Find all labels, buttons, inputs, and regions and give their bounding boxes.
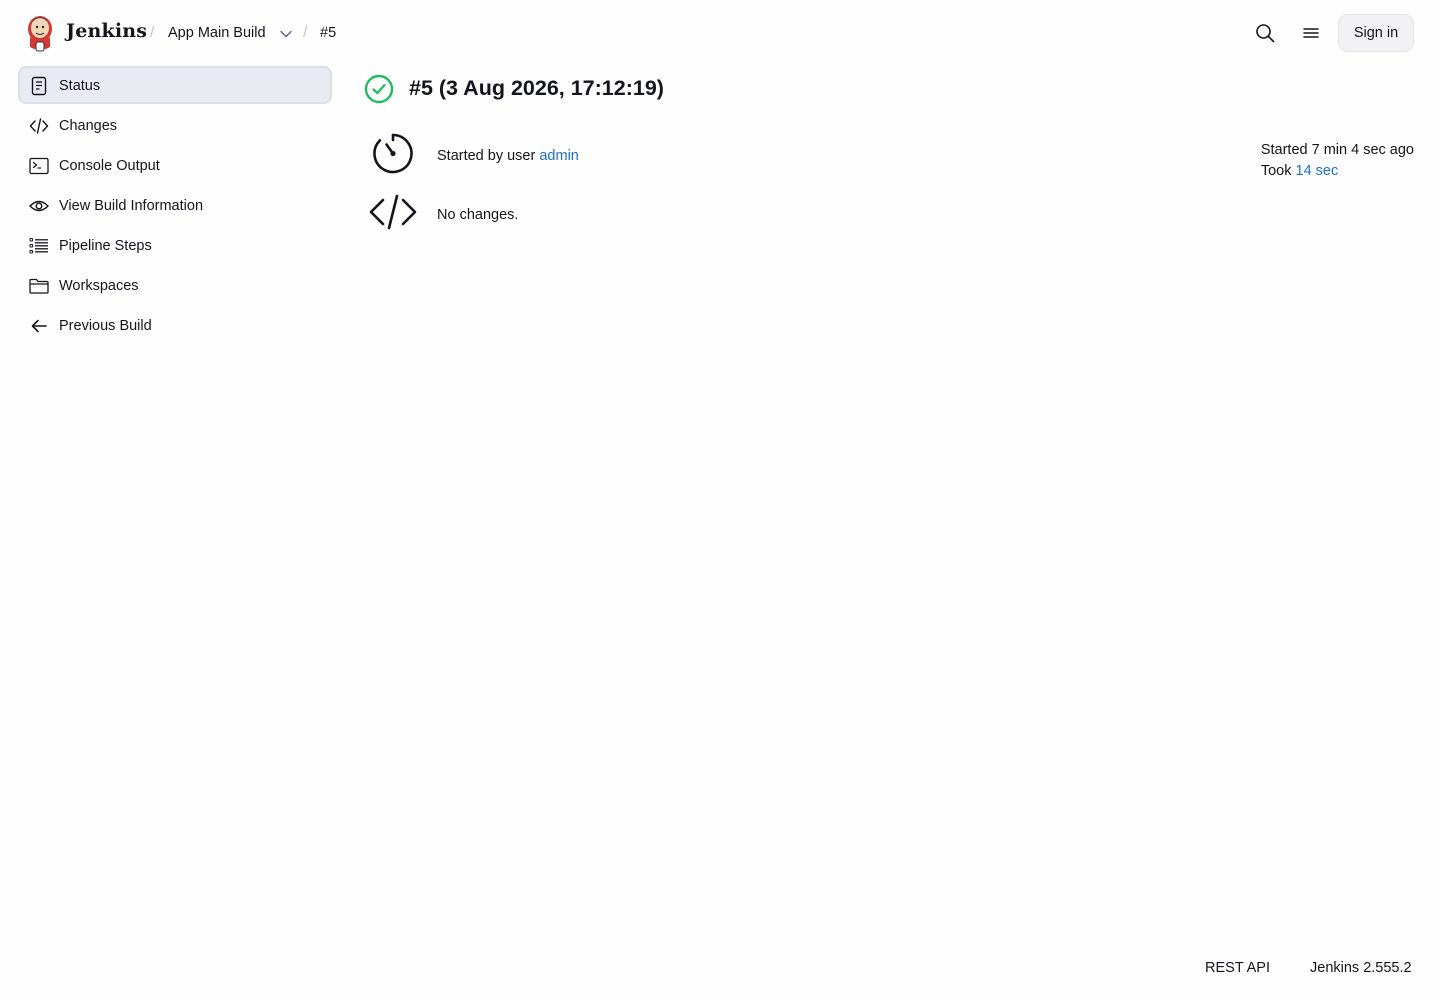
sidebar-item-previous-build[interactable]: Previous Build [18,306,332,344]
sidebar-item-console-output[interactable]: Console Output [18,146,332,184]
breadcrumb-separator: / [150,24,155,41]
sidebar-item-label: Previous Build [59,318,152,334]
arrow-left-icon [29,316,49,336]
search-icon[interactable] [1254,22,1276,44]
page-title: #5 (3 Aug 2026, 17:12:19) [409,76,664,100]
menu-icon[interactable] [1300,22,1322,44]
sidebar-item-changes[interactable]: Changes [18,106,332,144]
started-by-text: Started by user admin [437,148,579,164]
timer-icon [373,133,413,174]
success-check-icon [364,74,394,104]
sidebar: Status Changes Console Output View Build… [18,66,332,346]
chevron-down-icon[interactable] [278,26,294,42]
user-link[interactable]: admin [539,148,579,164]
notepad-icon [29,76,49,96]
breadcrumb-separator: / [303,24,308,41]
brand-name[interactable]: Jenkins [66,20,147,42]
code-icon [29,116,49,136]
sidebar-item-label: Pipeline Steps [59,238,152,254]
started-ago-text: Started 7 min 4 sec ago [1260,142,1414,158]
build-timing: Started 7 min 4 sec ago Took 14 sec [1261,140,1414,182]
sidebar-item-view-build-information[interactable]: View Build Information [18,186,332,224]
took-prefix: Took [1260,163,1296,179]
sign-in-button[interactable]: Sign in [1338,14,1414,52]
duration-link[interactable]: 14 sec [1296,163,1339,179]
folder-icon [29,276,49,296]
sidebar-item-pipeline-steps[interactable]: Pipeline Steps [18,226,332,264]
started-by-prefix: Started by user [437,148,540,164]
breadcrumb-build[interactable]: #5 [320,25,336,41]
no-changes-text: No changes. [437,207,519,223]
jenkins-logo[interactable] [24,13,56,53]
terminal-icon [29,156,49,176]
jenkins-version-link[interactable]: Jenkins 2.555.2 [1310,960,1412,976]
code-icon [369,194,417,230]
sidebar-item-label: View Build Information [59,198,204,214]
sidebar-item-label: Status [59,78,101,94]
list-icon [29,236,49,256]
eye-icon [29,196,49,216]
breadcrumb-job[interactable]: App Main Build [168,25,266,41]
sidebar-item-label: Console Output [59,158,160,174]
sidebar-item-label: Workspaces [59,278,139,294]
sidebar-item-workspaces[interactable]: Workspaces [18,266,332,304]
sidebar-item-status[interactable]: Status [18,66,332,104]
sidebar-item-label: Changes [59,118,118,134]
duration-text: Took 14 sec [1261,161,1414,182]
rest-api-link[interactable]: REST API [1205,960,1270,976]
top-header: Jenkins / App Main Build / #5 Sign in [0,0,1440,66]
